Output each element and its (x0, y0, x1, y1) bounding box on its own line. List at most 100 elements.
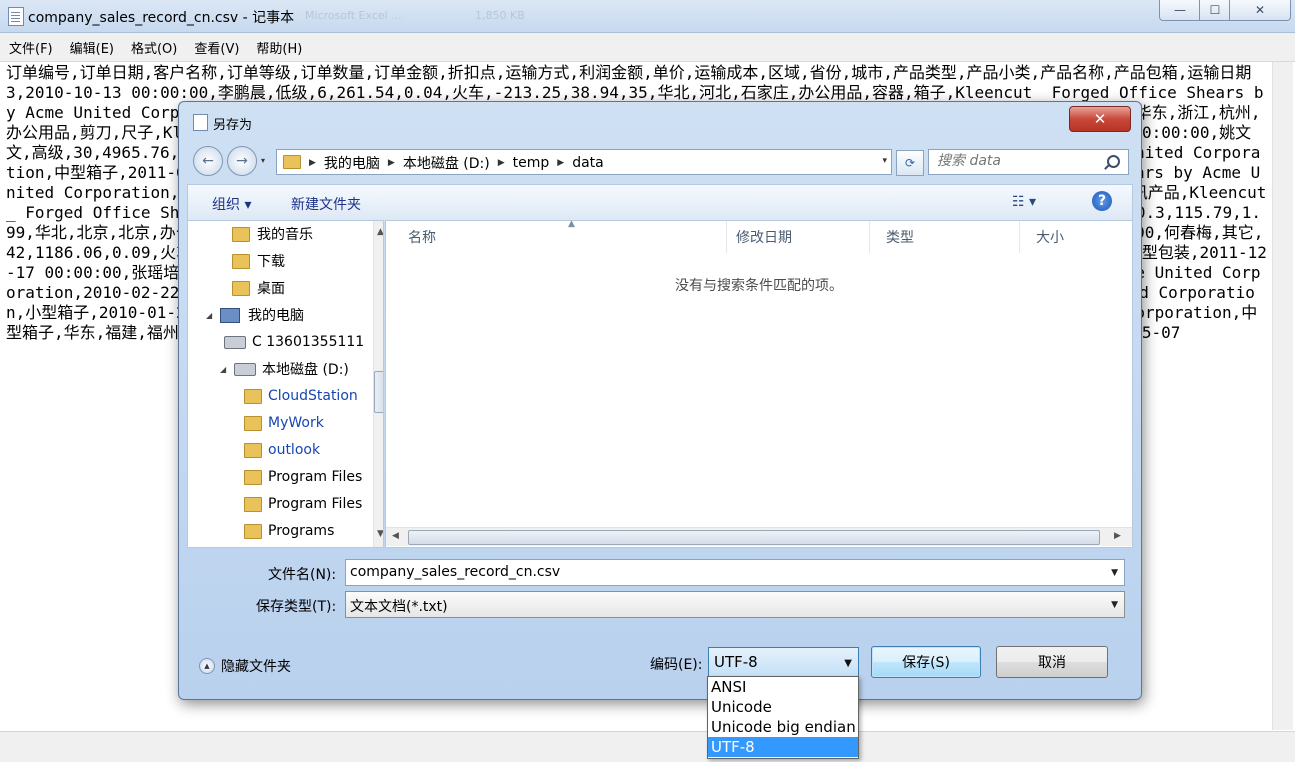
search-icon[interactable] (1107, 155, 1120, 168)
search-input[interactable] (929, 150, 1107, 172)
folder-icon (244, 415, 262, 431)
encoding-option-unicode[interactable]: Unicode (708, 697, 858, 717)
encoding-value: UTF-8 (714, 653, 758, 671)
encoding-select[interactable]: UTF-8 ▼ (708, 647, 859, 677)
tree-item-cloudstation[interactable]: CloudStation (244, 385, 358, 407)
folder-icon (244, 442, 262, 458)
view-options-icon[interactable]: ☷ ▾ (1012, 194, 1036, 210)
maximize-button[interactable]: ☐ (1199, 0, 1231, 21)
tree-item-computer[interactable]: ◢ 我的电脑 (206, 304, 304, 326)
file-list-hscrollbar[interactable]: ◀ ▶ (386, 527, 1132, 546)
menu-format[interactable]: 格式(O) (122, 38, 185, 57)
breadcrumb-data[interactable]: data (572, 155, 604, 171)
menu-file[interactable]: 文件(F) (0, 38, 61, 57)
empty-message: 没有与搜索条件匹配的项。 (675, 278, 843, 294)
tree-item-label: 我的电脑 (248, 308, 304, 324)
hide-folders-toggle[interactable]: ▲ 隐藏文件夹 (199, 656, 291, 676)
breadcrumb-sep-icon[interactable]: ▶ (557, 158, 564, 168)
filename-input[interactable]: company_sales_record_cn.csv (350, 564, 560, 580)
file-list-pane[interactable]: 名称 ▲ 修改日期 类型 大小 没有与搜索条件匹配的项。 ◀ ▶ (385, 219, 1133, 548)
dialog-close-button[interactable]: ✕ (1069, 106, 1131, 132)
navigation-pane[interactable]: 我的音乐 下载 桌面 ◢ 我的电脑 C 13601355111 ◢ 本地磁盘 (… (187, 220, 384, 548)
expand-arrow-icon[interactable]: ◢ (206, 311, 218, 320)
tree-item-drive-c[interactable]: C 13601355111 (224, 331, 364, 353)
encoding-label: 编码(E): (650, 657, 703, 673)
ghost-title-text: Microsoft Excel ... (305, 9, 402, 22)
scroll-up-arrow-icon[interactable]: ▲ (377, 227, 383, 237)
encoding-dropdown-list[interactable]: ANSI Unicode Unicode big endian UTF-8 (707, 676, 859, 759)
breadcrumb-sep-icon[interactable]: ▶ (309, 158, 316, 168)
filetype-select[interactable]: 文本文档(*.txt) ▼ (345, 591, 1125, 618)
tree-item-music[interactable]: 我的音乐 (232, 223, 313, 245)
file-list-hscroll-thumb[interactable] (408, 530, 1100, 545)
drive-d-icon (234, 362, 256, 376)
filename-combo[interactable]: company_sales_record_cn.csv ▼ (345, 559, 1125, 586)
forward-button[interactable]: → (227, 146, 257, 176)
column-type-label: 类型 (886, 230, 914, 246)
editor-vertical-scrollbar[interactable] (1272, 62, 1293, 730)
tree-item-mywork[interactable]: MyWork (244, 412, 324, 434)
filename-dropdown-icon[interactable]: ▼ (1111, 568, 1118, 578)
tree-item-label: C 13601355111 (252, 334, 365, 350)
notepad-icon (8, 7, 24, 26)
status-bar (0, 731, 1295, 762)
column-header-modified[interactable]: 修改日期 (720, 221, 870, 253)
encoding-option-ansi[interactable]: ANSI (708, 677, 858, 697)
folder-icon (244, 523, 262, 539)
tree-item-outlook[interactable]: outlook (244, 439, 320, 461)
scroll-right-arrow-icon[interactable]: ▶ (1114, 531, 1121, 541)
nav-pane-scrollbar-thumb[interactable] (374, 371, 383, 413)
window-title: company_sales_record_cn.csv - 记事本 (28, 10, 295, 26)
breadcrumb-temp[interactable]: temp (513, 155, 550, 171)
menubar: 文件(F) 编辑(E) 格式(O) 查看(V) 帮助(H) (0, 33, 1295, 62)
expand-arrow-icon[interactable]: ◢ (220, 365, 232, 374)
folder-icon (283, 155, 301, 169)
computer-icon (220, 307, 240, 323)
search-box[interactable] (928, 149, 1129, 175)
sort-arrow-icon: ▲ (568, 219, 575, 229)
breadcrumb-sep-icon[interactable]: ▶ (498, 158, 505, 168)
dialog-title: 另存为 (213, 118, 253, 133)
tree-item-desktop[interactable]: 桌面 (232, 277, 285, 299)
notepad-titlebar[interactable]: company_sales_record_cn.csv - 记事本 Micros… (0, 0, 1295, 33)
tree-item-programs[interactable]: Programs (244, 520, 334, 542)
menu-help[interactable]: 帮助(H) (247, 38, 310, 57)
column-header-name[interactable]: 名称 ▲ (392, 219, 727, 253)
tree-item-program-files[interactable]: Program Files (244, 466, 362, 488)
address-bar[interactable]: ▶ 我的电脑 ▶ 本地磁盘 (D:) ▶ temp ▶ data ▾ (276, 149, 892, 175)
folder-icon (244, 496, 262, 512)
drive-c-icon (224, 335, 246, 349)
tree-item-downloads[interactable]: 下载 (232, 250, 285, 272)
scroll-left-arrow-icon[interactable]: ◀ (392, 531, 399, 541)
menu-edit[interactable]: 编辑(E) (61, 38, 122, 57)
minimize-button[interactable]: — (1159, 0, 1201, 21)
music-folder-icon (232, 226, 250, 242)
menu-view[interactable]: 查看(V) (185, 38, 247, 57)
filename-label: 文件名(N): (268, 567, 337, 583)
breadcrumb-computer[interactable]: 我的电脑 (324, 153, 380, 173)
tree-item-label: Programs (268, 523, 335, 539)
refresh-button[interactable]: ⟳ (896, 150, 924, 176)
new-folder-button[interactable]: 新建文件夹 (291, 194, 361, 214)
encoding-dropdown-icon[interactable]: ▼ (844, 658, 852, 669)
encoding-option-unicode-big-endian[interactable]: Unicode big endian (708, 717, 858, 737)
close-button[interactable]: ✕ (1229, 0, 1291, 21)
cancel-button[interactable]: 取消 (996, 646, 1108, 678)
encoding-option-utf8[interactable]: UTF-8 (708, 737, 858, 757)
tree-item-label: 下载 (257, 254, 285, 270)
history-dropdown-icon[interactable]: ▾ (261, 156, 265, 165)
tree-item-label: 我的音乐 (257, 227, 313, 243)
tree-item-program-files-x86[interactable]: Program Files (244, 493, 362, 515)
scroll-down-arrow-icon[interactable]: ▼ (377, 529, 383, 539)
help-icon[interactable]: ? (1092, 191, 1112, 211)
tree-item-drive-d[interactable]: ◢ 本地磁盘 (D:) (220, 358, 349, 380)
breadcrumb-sep-icon[interactable]: ▶ (388, 158, 395, 168)
column-header-size[interactable]: 大小 (1020, 221, 1132, 253)
address-dropdown-icon[interactable]: ▾ (882, 156, 887, 166)
organize-button[interactable]: 组织 ▾ (212, 194, 251, 214)
save-button[interactable]: 保存(S) (871, 646, 981, 678)
filetype-dropdown-icon[interactable]: ▼ (1111, 600, 1118, 610)
back-button[interactable]: ← (193, 146, 223, 176)
breadcrumb-drive-d[interactable]: 本地磁盘 (D:) (403, 153, 490, 173)
column-header-type[interactable]: 类型 (870, 221, 1020, 253)
